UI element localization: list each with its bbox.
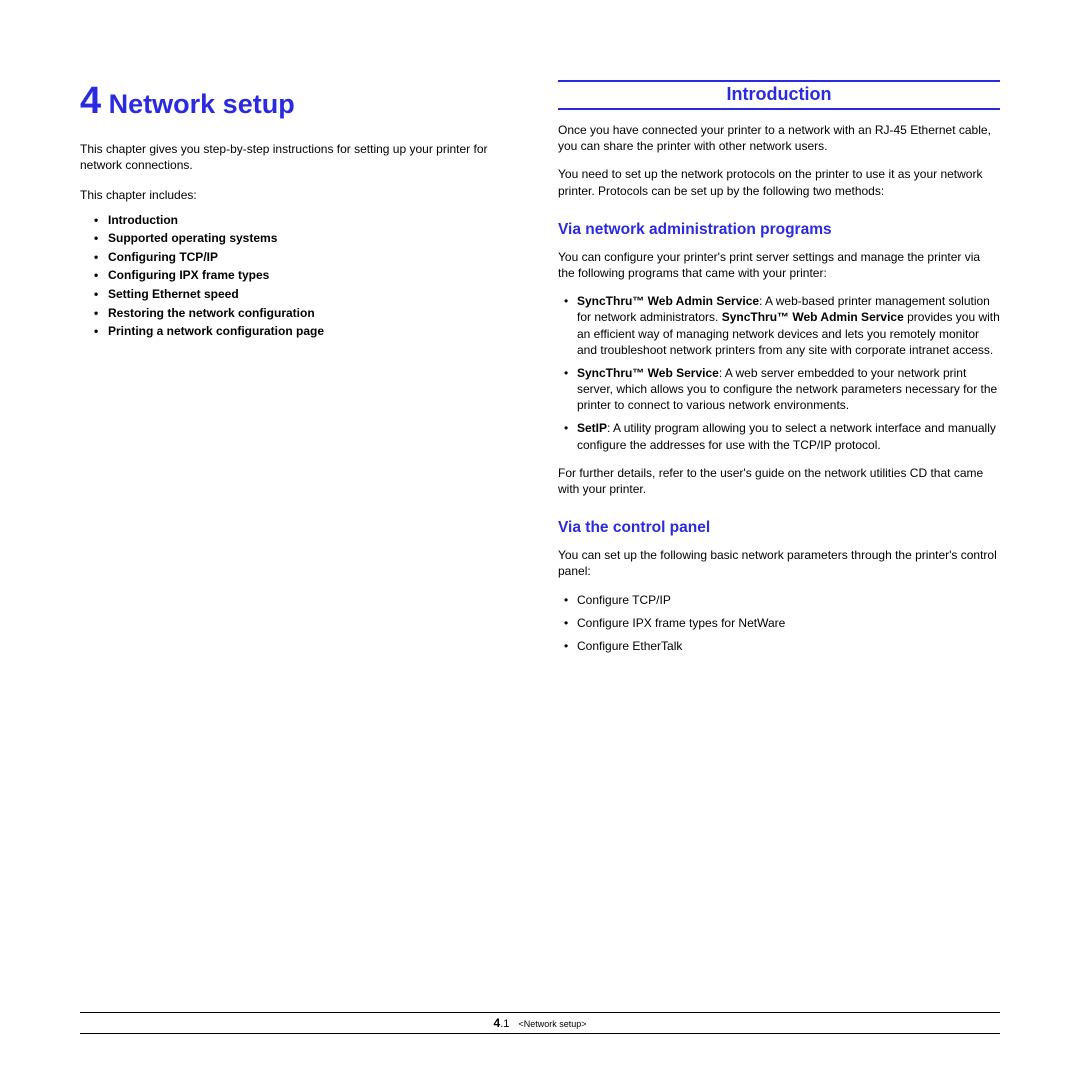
program-desc: : A utility program allowing you to sele…	[577, 421, 996, 451]
toc-item[interactable]: Setting Ethernet speed	[94, 285, 522, 304]
footer-crumb: <Network setup>	[512, 1019, 586, 1029]
page-footer: 4.1 <Network setup>	[80, 1012, 1000, 1034]
intro-para-2: You need to set up the network protocols…	[558, 166, 1000, 198]
toc-item[interactable]: Configuring IPX frame types	[94, 266, 522, 285]
program-name: SyncThru™ Web Admin Service	[577, 294, 759, 308]
toc-item[interactable]: Restoring the network configuration	[94, 304, 522, 323]
chapter-heading: 4 Network setup	[80, 80, 522, 123]
chapter-title-text: Network setup	[109, 89, 295, 119]
sub1-intro: You can configure your printer's print s…	[558, 249, 1000, 281]
chapter-toc: Introduction Supported operating systems…	[80, 211, 522, 341]
program-item: SyncThru™ Web Admin Service: A web-based…	[564, 293, 1000, 358]
program-item: SyncThru™ Web Service: A web server embe…	[564, 365, 1000, 414]
program-item: SetIP: A utility program allowing you to…	[564, 420, 1000, 452]
toc-item[interactable]: Supported operating systems	[94, 229, 522, 248]
programs-list: SyncThru™ Web Admin Service: A web-based…	[558, 293, 1000, 453]
control-panel-list: Configure TCP/IP Configure IPX frame typ…	[558, 592, 1000, 655]
program-name: SyncThru™ Web Service	[577, 366, 719, 380]
intro-para-1: Once you have connected your printer to …	[558, 122, 1000, 154]
left-column: 4 Network setup This chapter gives you s…	[80, 80, 522, 666]
list-item: Configure TCP/IP	[564, 592, 1000, 608]
program-name: SetIP	[577, 421, 607, 435]
section-title-bar: Introduction	[558, 80, 1000, 110]
toc-item[interactable]: Printing a network configuration page	[94, 322, 522, 341]
chapter-intro: This chapter gives you step-by-step inst…	[80, 141, 522, 173]
toc-item[interactable]: Introduction	[94, 211, 522, 230]
chapter-number: 4	[80, 80, 101, 122]
includes-line: This chapter includes:	[80, 187, 522, 203]
sub1-outro: For further details, refer to the user's…	[558, 465, 1000, 497]
sub2-intro: You can set up the following basic netwo…	[558, 547, 1000, 579]
right-column: Introduction Once you have connected you…	[558, 80, 1000, 666]
program-name-repeat: SyncThru™ Web Admin Service	[722, 310, 904, 324]
section-title: Introduction	[727, 84, 832, 104]
page-number-minor: .1	[500, 1018, 509, 1030]
toc-item[interactable]: Configuring TCP/IP	[94, 248, 522, 267]
subheading-control-panel: Via the control panel	[558, 519, 1000, 537]
subheading-network-admin: Via network administration programs	[558, 221, 1000, 239]
list-item: Configure EtherTalk	[564, 638, 1000, 654]
list-item: Configure IPX frame types for NetWare	[564, 615, 1000, 631]
